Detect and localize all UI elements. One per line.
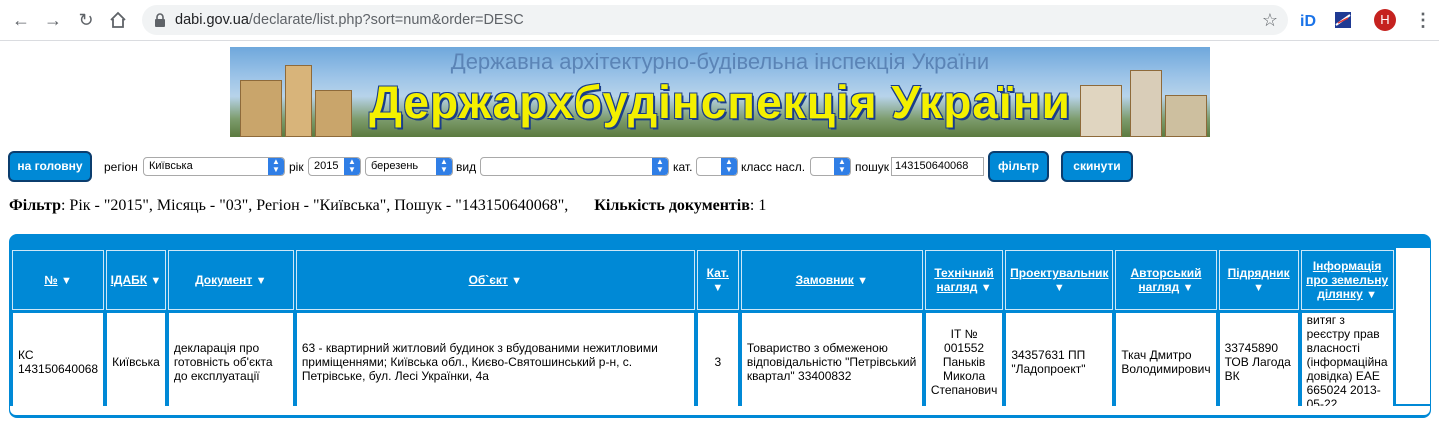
menu-icon[interactable]: ⋮ [1414, 9, 1432, 31]
cell-land-info: витяг з реєстру прав власності (інформац… [1300, 312, 1394, 412]
filter-button[interactable]: фільтр [988, 151, 1049, 182]
profile-avatar[interactable]: H [1374, 9, 1396, 31]
home-icon[interactable] [107, 9, 129, 31]
search-label: пошук [855, 160, 890, 174]
bookmark-star-icon[interactable]: ☆ [1262, 10, 1278, 31]
type-select[interactable]: ▲ ▼ [480, 157, 669, 176]
region-value: Київська [149, 160, 193, 172]
type-label: вид [456, 160, 477, 174]
select-arrows-icon: ▲ ▼ [344, 158, 360, 175]
column-header-customer[interactable]: Замовник ▼ [740, 250, 923, 310]
column-header-category[interactable]: Кат. ▼ [696, 250, 739, 310]
select-arrows-icon: ▲ ▼ [436, 158, 452, 175]
column-header-land-info[interactable]: Інформація про земельну ділянку ▼ [1300, 250, 1394, 310]
region-select[interactable]: Київська ▲ ▼ [143, 157, 285, 176]
address-bar[interactable]: dabi.gov.ua/declarate/list.php?sort=num&… [142, 5, 1288, 35]
table-footer [10, 406, 1430, 415]
month-select[interactable]: березень ▲ ▼ [365, 157, 453, 176]
extension-flag-icon[interactable] [1333, 10, 1353, 30]
cell-idabk: Київська [106, 312, 166, 412]
cell-customer: Товариство з обмеженою відповідальністю … [740, 312, 923, 412]
cell-category: 3 [696, 312, 739, 412]
sort-down-icon: ▼ [1053, 282, 1065, 294]
sort-down-icon: ▼ [857, 275, 869, 287]
year-label: рік [289, 160, 304, 174]
table-row: КС 143150640068 Київська декларація про … [12, 312, 1394, 412]
lock-icon [155, 13, 165, 27]
select-arrows-icon: ▲ ▼ [834, 158, 850, 175]
region-label: регіон [104, 160, 138, 174]
column-header-number[interactable]: № ▼ [12, 250, 105, 310]
site-banner: Державна архітектурно-будівельна інспекц… [230, 47, 1210, 137]
column-header-tech-supervision[interactable]: Технічний нагляд ▼ [924, 250, 1004, 310]
class-label: класс насл. [741, 160, 806, 174]
column-header-idabk[interactable]: ІДАБК ▼ [106, 250, 166, 310]
svg-text:iD: iD [1300, 13, 1316, 30]
forward-icon[interactable]: → [42, 9, 64, 31]
cell-contractor: 33745890 ТОВ Лагода ВК [1218, 312, 1299, 412]
home-button[interactable]: на головну [8, 151, 92, 182]
column-header-author-supervision[interactable]: Авторський нагляд ▼ [1115, 250, 1217, 310]
url-text: dabi.gov.ua/declarate/list.php?sort=num&… [175, 12, 524, 28]
results-table-container: № ▼ ІДАБК ▼ Документ ▼ Об`єкт ▼ Кат. ▼ З… [9, 234, 1431, 418]
select-arrows-icon: ▲ ▼ [268, 158, 284, 175]
column-header-object[interactable]: Об`єкт ▼ [295, 250, 695, 310]
cell-author-supervision: Ткач Дмитро Володимирович [1115, 312, 1217, 412]
sort-down-icon: ▼ [255, 275, 267, 287]
extension-id-icon[interactable]: iD [1299, 10, 1319, 30]
table-header-row: № ▼ ІДАБК ▼ Документ ▼ Об`єкт ▼ Кат. ▼ З… [12, 250, 1394, 310]
filter-summary: Фільтр: Рік - "2015", Місяць - "03", Рег… [9, 197, 766, 215]
cell-designer: 34357631 ПП "Ладопроект" [1005, 312, 1114, 412]
banner-title: Держархбудінспекція України [369, 76, 1071, 128]
results-table-body: № ▼ ІДАБК ▼ Документ ▼ Об`єкт ▼ Кат. ▼ З… [10, 248, 1430, 414]
category-select[interactable]: ▲ ▼ [696, 157, 738, 176]
select-arrows-icon: ▲ ▼ [652, 158, 668, 175]
sort-down-icon: ▼ [1182, 282, 1194, 294]
sort-down-icon: ▼ [1253, 282, 1265, 294]
search-input[interactable]: 143150640068 [891, 157, 984, 176]
sort-down-icon: ▼ [60, 275, 72, 287]
document-count-value: : 1 [749, 197, 767, 214]
sort-down-icon: ▼ [1366, 289, 1377, 301]
filter-summary-text: : Рік - "2015", Місяць - "03", Регіон - … [60, 197, 569, 214]
document-count-label: Кількість документів [594, 197, 750, 214]
banner-subtitle: Державна архітектурно-будівельна інспекц… [450, 49, 990, 74]
sort-down-icon: ▼ [511, 275, 523, 287]
month-value: березень [371, 160, 419, 172]
column-header-document[interactable]: Документ ▼ [167, 250, 294, 310]
sort-down-icon: ▼ [712, 282, 724, 294]
cell-tech-supervision: ІТ № 001552 Паньків Микола Степанович [924, 312, 1004, 412]
sort-down-icon: ▼ [980, 282, 992, 294]
year-value: 2015 [314, 160, 339, 172]
cell-document: декларація про готовність об'єкта до екс… [167, 312, 294, 412]
column-header-designer[interactable]: Проектувальник ▼ [1005, 250, 1114, 310]
select-arrows-icon: ▲ ▼ [721, 158, 737, 175]
category-label: кат. [673, 160, 693, 174]
results-table: № ▼ ІДАБК ▼ Документ ▼ Об`єкт ▼ Кат. ▼ З… [10, 248, 1396, 414]
reset-button[interactable]: скинути [1061, 151, 1133, 182]
cell-object: 63 - квартирний житловий будинок з вбудо… [295, 312, 695, 412]
sort-down-icon: ▼ [150, 275, 162, 287]
back-icon[interactable]: ← [10, 9, 32, 31]
browser-toolbar: ← → ↻ dabi.gov.ua/declarate/list.php?sor… [0, 0, 1439, 41]
cell-number: КС 143150640068 [12, 312, 105, 412]
reload-icon[interactable]: ↻ [75, 9, 97, 31]
year-select[interactable]: 2015 ▲ ▼ [308, 157, 361, 176]
column-header-contractor[interactable]: Підрядник ▼ [1218, 250, 1299, 310]
filter-summary-label: Фільтр [9, 197, 61, 214]
class-select[interactable]: ▲ ▼ [810, 157, 851, 176]
